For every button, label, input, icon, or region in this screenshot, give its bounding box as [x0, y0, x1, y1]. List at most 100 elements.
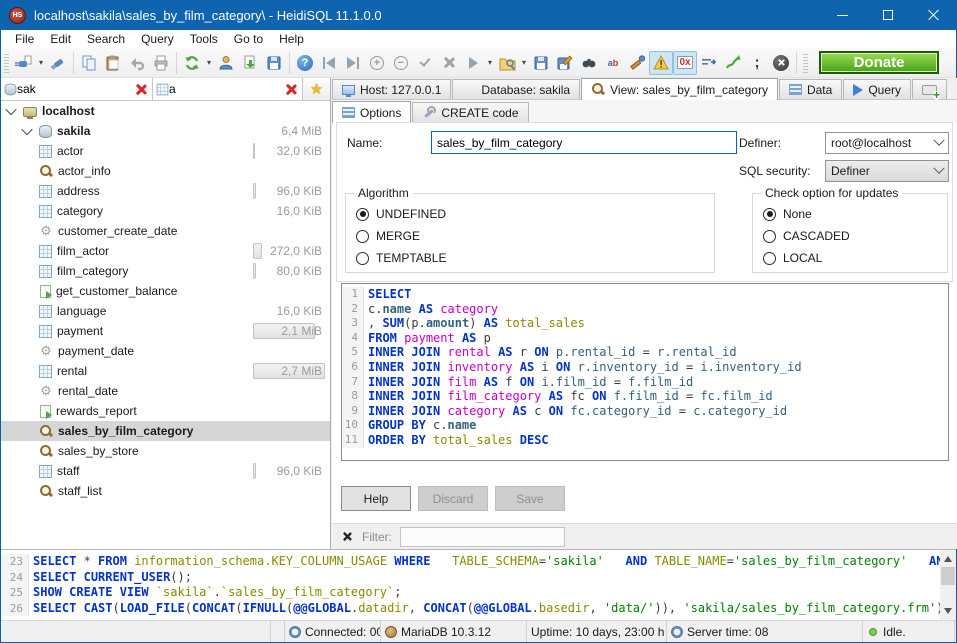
- tab-data[interactable]: Data: [779, 79, 842, 99]
- tree-item-rental-date[interactable]: rental_date: [1, 381, 330, 401]
- radio-unchecked-icon[interactable]: [763, 230, 776, 243]
- execute-query-dropdown-icon[interactable]: ▾: [485, 51, 495, 75]
- tab-database-sakila[interactable]: Database: sakila: [452, 79, 580, 99]
- database-filter[interactable]: [1, 78, 153, 100]
- filter-input[interactable]: [400, 527, 565, 547]
- menu-search[interactable]: Search: [79, 31, 133, 47]
- chevron-expanded-icon[interactable]: [5, 104, 16, 115]
- clear-table-filter-icon[interactable]: [286, 84, 297, 95]
- tree-item-language[interactable]: language16,0 KiB: [1, 301, 330, 321]
- radio-checked-icon[interactable]: [763, 208, 776, 221]
- blob-as-text-icon[interactable]: 0x: [673, 51, 697, 75]
- tree-item-staff-list[interactable]: staff_list: [1, 481, 330, 501]
- toolbar-grip[interactable]: [803, 53, 808, 73]
- print-icon[interactable]: [149, 51, 173, 75]
- tree-item-customer-create-date[interactable]: customer_create_date: [1, 221, 330, 241]
- tree-item-film-category[interactable]: film_category80,0 KiB: [1, 261, 330, 281]
- help-icon[interactable]: ?: [293, 51, 317, 75]
- cancel-operation-icon[interactable]: [769, 51, 793, 75]
- save-sql-icon[interactable]: [529, 51, 553, 75]
- tab-view-sales-by-film-category[interactable]: View: sales_by_film_category: [581, 78, 778, 100]
- insert-row-icon[interactable]: +: [365, 51, 389, 75]
- tree-item-sakila[interactable]: sakila6,4 MiB: [1, 121, 330, 141]
- tree-item-payment[interactable]: payment2,1 MiB: [1, 321, 330, 341]
- delete-row-icon[interactable]: −: [389, 51, 413, 75]
- scroll-down-icon[interactable]: [944, 608, 952, 614]
- tree-item-payment-date[interactable]: payment_date: [1, 341, 330, 361]
- first-row-icon[interactable]: [317, 51, 341, 75]
- radio-none[interactable]: None: [763, 207, 812, 221]
- new-query-tab-button[interactable]: [912, 79, 947, 99]
- radio-temptable[interactable]: TEMPTABLE: [356, 251, 446, 265]
- help-button[interactable]: Help: [341, 486, 411, 511]
- radio-local[interactable]: LOCAL: [763, 251, 822, 265]
- tree-item-rental[interactable]: rental2,7 MiB: [1, 361, 330, 381]
- tree-item-get-customer-balance[interactable]: get_customer_balance: [1, 281, 330, 301]
- reformat-sql-icon[interactable]: [625, 51, 649, 75]
- tab-host-127-0-0-1[interactable]: Host: 127.0.0.1: [332, 79, 451, 99]
- tree-item-staff[interactable]: staff96,0 KiB: [1, 461, 330, 481]
- sql-security-dropdown[interactable]: Definer: [825, 160, 949, 182]
- refresh-dropdown-icon[interactable]: ▾: [204, 51, 214, 75]
- copy-icon[interactable]: [77, 51, 101, 75]
- log-scrollbar[interactable]: [940, 550, 956, 620]
- minimize-button[interactable]: [819, 0, 865, 30]
- tab-query[interactable]: Query: [843, 79, 911, 99]
- tree-item-actor[interactable]: actor32,0 KiB: [1, 141, 330, 161]
- bind-params-icon[interactable]: [697, 51, 721, 75]
- menu-edit[interactable]: Edit: [42, 31, 79, 47]
- menu-go-to[interactable]: Go to: [226, 31, 271, 47]
- clear-database-filter-icon[interactable]: [136, 84, 147, 95]
- radio-cascaded[interactable]: CASCADED: [763, 229, 850, 243]
- stop-on-errors-icon[interactable]: [649, 51, 673, 75]
- scrollbar-thumb[interactable]: [941, 567, 955, 585]
- reconnect-icon[interactable]: [721, 51, 745, 75]
- scroll-up-icon[interactable]: [944, 556, 952, 562]
- find-icon[interactable]: [577, 51, 601, 75]
- radio-checked-icon[interactable]: [356, 208, 369, 221]
- maximize-button[interactable]: [865, 0, 911, 30]
- menu-query[interactable]: Query: [133, 31, 182, 47]
- refresh-icon[interactable]: [180, 51, 204, 75]
- database-filter-input[interactable]: [17, 82, 134, 96]
- disconnect-icon[interactable]: [46, 51, 70, 75]
- tree-item-address[interactable]: address96,0 KiB: [1, 181, 330, 201]
- export-database-icon[interactable]: [238, 51, 262, 75]
- execute-query-icon[interactable]: [461, 51, 485, 75]
- table-filter-input[interactable]: [169, 82, 284, 96]
- donate-button[interactable]: Donate: [819, 51, 939, 74]
- tree-item-sales-by-film-category[interactable]: sales_by_film_category: [1, 421, 330, 441]
- definer-combobox[interactable]: root@localhost: [825, 132, 949, 154]
- close-button[interactable]: [911, 0, 957, 30]
- favorites-star-button[interactable]: ★: [303, 78, 330, 100]
- tree-item-film-actor[interactable]: film_actor272,0 KiB: [1, 241, 330, 261]
- menu-tools[interactable]: Tools: [182, 31, 226, 47]
- session-manager-icon[interactable]: [12, 51, 36, 75]
- subtab-create-code[interactable]: CREATE code: [412, 102, 528, 122]
- menu-file[interactable]: File: [7, 31, 42, 47]
- view-name-input[interactable]: [431, 131, 737, 154]
- tree-item-actor-info[interactable]: actor_info: [1, 161, 330, 181]
- tree-item-rewards-report[interactable]: rewards_report: [1, 401, 330, 421]
- tree-item-category[interactable]: category16,0 KiB: [1, 201, 330, 221]
- last-row-icon[interactable]: [341, 51, 365, 75]
- load-sql-dropdown-icon[interactable]: ▾: [519, 51, 529, 75]
- radio-undefined[interactable]: UNDEFINED: [356, 207, 446, 221]
- radio-unchecked-icon[interactable]: [356, 230, 369, 243]
- radio-merge[interactable]: MERGE: [356, 229, 420, 243]
- undo-icon[interactable]: [125, 51, 149, 75]
- close-filter-icon[interactable]: [343, 532, 352, 541]
- session-manager-dropdown-icon[interactable]: ▾: [36, 51, 46, 75]
- save-sql-as-icon[interactable]: [553, 51, 577, 75]
- radio-unchecked-icon[interactable]: [763, 252, 776, 265]
- table-filter[interactable]: [153, 78, 303, 100]
- semicolon-delimiter-icon[interactable]: ;: [745, 51, 769, 75]
- chevron-expanded-icon[interactable]: [21, 124, 32, 135]
- tree-item-localhost[interactable]: localhost: [1, 101, 330, 121]
- tree-item-sales-by-store[interactable]: sales_by_store: [1, 441, 330, 461]
- view-select-editor[interactable]: 1SELECT2c.name AS category3, SUM(p.amoun…: [341, 283, 949, 461]
- load-sql-file-icon[interactable]: [495, 51, 519, 75]
- paste-icon[interactable]: [101, 51, 125, 75]
- user-manager-icon[interactable]: [214, 51, 238, 75]
- discard-changes-icon[interactable]: [437, 51, 461, 75]
